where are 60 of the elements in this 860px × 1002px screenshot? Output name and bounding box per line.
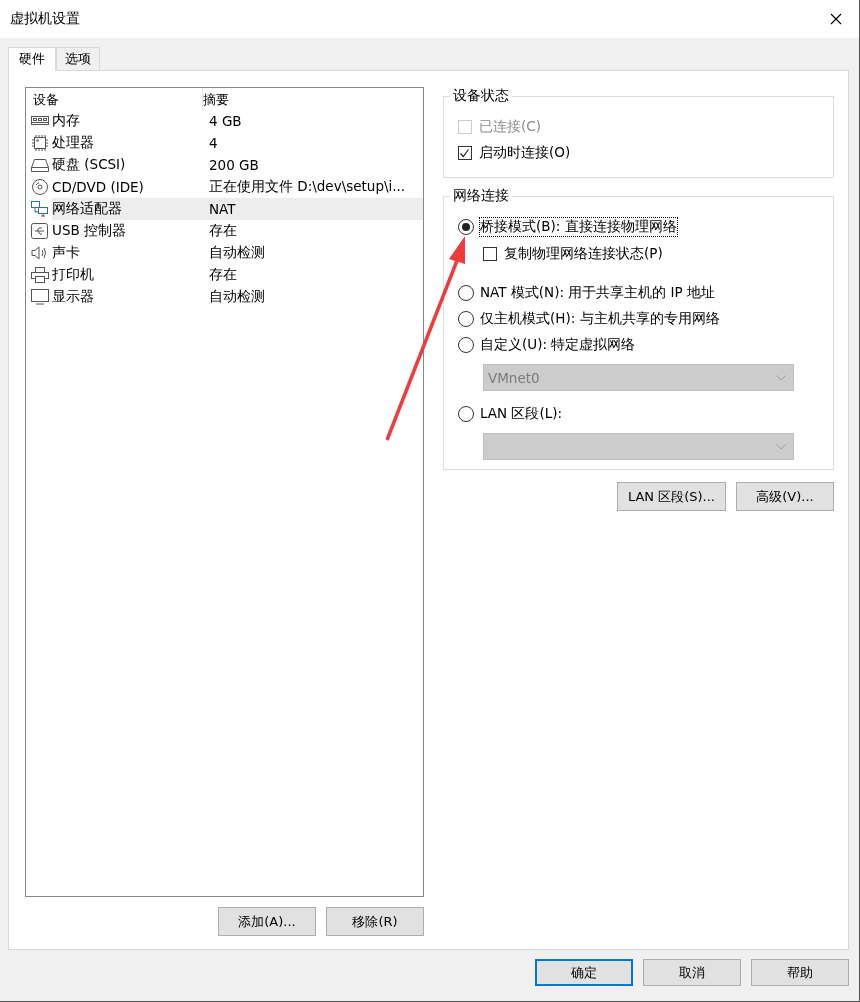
window-title: 虚拟机设置 [10, 10, 80, 28]
device-row[interactable]: CD/DVD (IDE) 正在使用文件 D:\dev\setup\i... [52, 176, 423, 198]
column-header[interactable]: 设备 [26, 88, 203, 110]
dialog-button[interactable]: 高级(V)... [736, 482, 834, 511]
device-name: 声卡 [52, 244, 81, 262]
device-summary: 正在使用文件 D:\dev\setup\i... [209, 178, 406, 196]
checkbox-label[interactable]: 启动时连接(O) [479, 144, 571, 162]
radio-label[interactable]: 自定义(U): 特定虚拟网络 [480, 336, 636, 354]
display-icon [31, 289, 49, 305]
sound-icon [31, 245, 49, 261]
device-row[interactable]: 打印机 存在 [52, 264, 423, 286]
device-name: 显示器 [52, 288, 95, 306]
list-button[interactable]: 添加(A)... [218, 907, 316, 936]
radio-label[interactable]: 仅主机模式(H): 与主机共享的专用网络 [480, 310, 720, 328]
tab[interactable]: 选项 [56, 47, 100, 70]
device-summary: 4 [209, 135, 218, 151]
device-name: USB 控制器 [52, 222, 127, 240]
list-button[interactable]: 移除(R) [326, 907, 424, 936]
close-icon[interactable] [830, 13, 842, 25]
dialog-button[interactable]: LAN 区段(S)... [616, 482, 726, 511]
device-summary: NAT [209, 201, 236, 217]
tab[interactable]: 硬件 [8, 47, 56, 71]
device-name: 内存 [52, 112, 81, 130]
radio-label[interactable]: 桥接模式(B): 直接连接物理网络 [480, 218, 677, 236]
device-row[interactable]: USB 控制器 存在 [52, 220, 423, 242]
device-name: 网络适配器 [52, 200, 123, 218]
usb-icon [31, 223, 49, 239]
device-name: CD/DVD (IDE) [52, 179, 145, 195]
device-row[interactable]: 显示器 自动检测 [52, 286, 423, 308]
device-row[interactable]: 处理器 4 [52, 132, 423, 154]
group-title: 设备状态 [450, 87, 512, 105]
dialog-button[interactable]: 帮助 [751, 959, 849, 986]
device-summary: 自动检测 [209, 244, 265, 262]
device-row[interactable]: 声卡 自动检测 [52, 242, 423, 264]
dialog-button[interactable]: 取消 [643, 959, 741, 986]
radio-label[interactable]: NAT 模式(N): 用于共享主机的 IP 地址 [480, 284, 715, 302]
device-name: 硬盘 (SCSI) [52, 156, 127, 174]
device-summary: 200 GB [209, 157, 259, 173]
device-summary: 4 GB [209, 113, 242, 129]
column-header[interactable]: 摘要 [203, 88, 229, 110]
cd-icon [31, 179, 49, 195]
network-icon [31, 201, 49, 217]
caret-icon [776, 443, 786, 450]
checkbox[interactable] [483, 247, 497, 261]
device-row[interactable]: 硬盘 (SCSI) 200 GB [52, 154, 423, 176]
device-row[interactable]: 内存 4 GB [52, 110, 423, 132]
device-row[interactable]: 网络适配器 NAT [52, 198, 423, 220]
checkbox[interactable] [458, 146, 472, 160]
device-summary: 存在 [209, 222, 237, 240]
dialog-button[interactable]: 确定 [535, 959, 633, 986]
printer-icon [31, 267, 49, 283]
device-summary: 自动检测 [209, 288, 265, 306]
radio-label[interactable]: LAN 区段(L): [480, 405, 563, 423]
device-name: 处理器 [52, 134, 95, 152]
device-name: 打印机 [52, 266, 95, 284]
checkbox-label[interactable]: 复制物理网络连接状态(P) [504, 245, 663, 263]
caret-icon [776, 374, 786, 381]
device-summary: 存在 [209, 266, 237, 284]
cpu-icon [31, 135, 49, 151]
group-title: 网络连接 [450, 187, 512, 205]
